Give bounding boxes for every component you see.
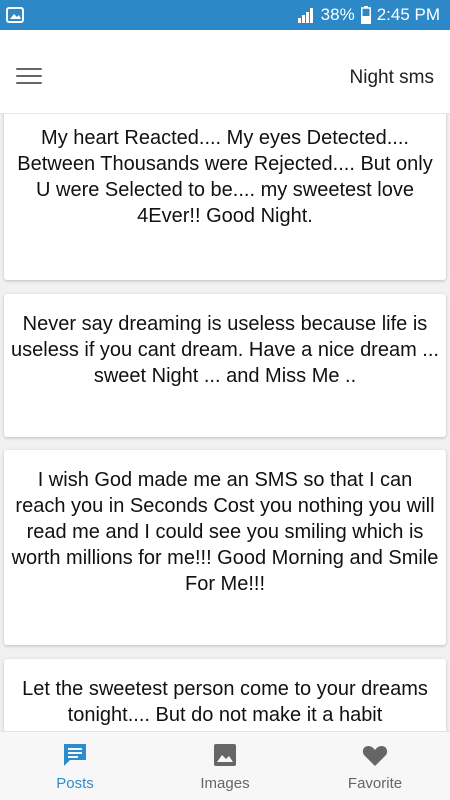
bottom-navigation: Posts Images Favorite xyxy=(0,731,450,800)
status-right: 38% 2:45 PM xyxy=(297,0,440,30)
gallery-notification-icon xyxy=(6,7,24,23)
post-text: My heart Reacted.... My eyes Detected...… xyxy=(17,127,433,227)
image-icon xyxy=(214,744,236,766)
post-text: I wish God made me an SMS so that I can … xyxy=(11,469,439,595)
app-bar: Night sms xyxy=(0,30,450,114)
battery-icon xyxy=(360,6,371,24)
status-bar: 38% 2:45 PM xyxy=(0,0,450,30)
heart-icon xyxy=(362,746,388,766)
nav-item-posts[interactable]: Posts xyxy=(0,732,150,800)
clock: 2:45 PM xyxy=(376,5,440,24)
nav-item-favorite[interactable]: Favorite xyxy=(300,732,450,800)
post-card[interactable]: Never say dreaming is useless because li… xyxy=(4,294,446,437)
post-text: Never say dreaming is useless because li… xyxy=(11,313,439,387)
page-title: Night sms xyxy=(349,67,434,88)
posts-feed[interactable]: My heart Reacted.... My eyes Detected...… xyxy=(0,114,450,731)
hamburger-menu-icon[interactable] xyxy=(16,66,42,86)
signal-icon xyxy=(297,8,313,23)
nav-label-posts: Posts xyxy=(56,775,94,792)
nav-item-images[interactable]: Images xyxy=(150,732,300,800)
post-text: Let the sweetest person come to your dre… xyxy=(22,678,428,726)
post-card[interactable]: My heart Reacted.... My eyes Detected...… xyxy=(4,114,446,280)
post-card[interactable]: I wish God made me an SMS so that I can … xyxy=(4,450,446,645)
nav-label-images: Images xyxy=(200,775,250,792)
nav-label-favorite: Favorite xyxy=(347,775,403,792)
battery-percent: 38% xyxy=(320,5,355,24)
post-card[interactable]: Let the sweetest person come to your dre… xyxy=(4,659,446,731)
chat-bubble-icon xyxy=(64,744,86,766)
